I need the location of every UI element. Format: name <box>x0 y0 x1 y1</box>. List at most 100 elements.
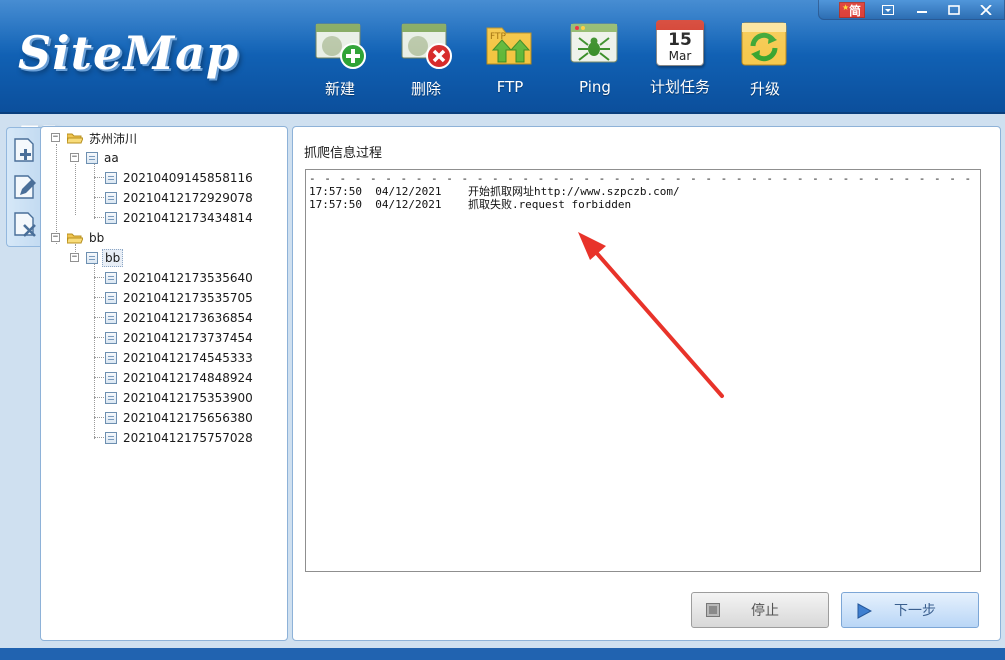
tree-project-label: 苏州沛川 <box>89 131 138 146</box>
task-page-icon <box>105 292 117 304</box>
tree-connector <box>94 417 104 418</box>
tree-task[interactable]: 20210412174545333 <box>105 348 255 368</box>
schedule-button[interactable]: 15 Mar 计划任务 <box>642 20 718 105</box>
stop-button[interactable]: 停止 <box>691 592 829 628</box>
upgrade-button[interactable]: 升级 <box>727 20 803 105</box>
tree-task-label: 20210412175353900 <box>123 391 253 405</box>
tree-connector <box>94 197 104 198</box>
task-page-icon <box>105 272 117 284</box>
close-button[interactable] <box>969 0 1003 19</box>
collapse-toggle-icon[interactable]: − <box>70 153 79 162</box>
tree-connector <box>94 317 104 318</box>
delete-button[interactable]: 删除 <box>388 20 464 105</box>
site-page-icon <box>86 152 98 164</box>
tree-connector <box>94 337 104 338</box>
tree-task-label: 20210412173636854 <box>123 311 253 325</box>
minimize-button[interactable] <box>905 0 939 19</box>
task-page-icon <box>105 352 117 364</box>
menu-button[interactable] <box>871 0 905 19</box>
next-step-button-label: 下一步 <box>894 603 936 619</box>
calendar-day: 15 <box>668 30 692 50</box>
tree-task[interactable]: 20210412173636854 <box>105 308 255 328</box>
ftp-button[interactable]: FTP FTP <box>472 20 548 105</box>
tree-task-label: 20210412173434814 <box>123 211 253 225</box>
crawl-log-area[interactable]: - - - - - - - - - - - - - - - - - - - - … <box>305 169 981 572</box>
ping-button[interactable]: Ping <box>557 20 633 105</box>
new-button[interactable]: 新建 <box>302 20 378 105</box>
edit-page-icon <box>14 175 36 199</box>
task-page-icon <box>105 392 117 404</box>
tree-connector <box>94 264 95 439</box>
tree-task[interactable]: 20210409145858116 <box>105 168 255 188</box>
tree-project-label: bb <box>89 231 105 245</box>
tree-task-label: 20210409145858116 <box>123 171 253 185</box>
remove-page-icon <box>14 212 36 237</box>
tree-site[interactable]: − bb <box>70 248 124 268</box>
task-page-icon <box>105 312 117 324</box>
task-page-icon <box>105 412 117 424</box>
refresh-icon <box>741 22 787 66</box>
tree-connector <box>94 357 104 358</box>
tree-task[interactable]: 20210412173535640 <box>105 268 255 288</box>
add-page-icon <box>14 138 34 162</box>
flag-star-icon: ★ <box>842 3 850 12</box>
app-logo: SiteMap X <box>18 26 240 170</box>
task-page-icon <box>105 212 117 224</box>
add-item-button[interactable] <box>11 136 39 164</box>
site-page-icon <box>86 252 98 264</box>
tree-task-label: 20210412175757028 <box>123 431 253 445</box>
collapse-toggle-icon[interactable]: − <box>70 253 79 262</box>
ping-button-label: Ping <box>579 78 611 96</box>
calendar-month: Mar <box>668 49 692 63</box>
tree-connector <box>94 277 104 278</box>
close-icon <box>980 4 992 15</box>
tree-site-label: aa <box>104 151 119 165</box>
status-bar <box>0 648 1005 660</box>
tree-task[interactable]: 20210412175353900 <box>105 388 255 408</box>
tree-site-label-selected: bb <box>102 249 124 267</box>
tree-connector <box>75 164 76 215</box>
tree-task[interactable]: 20210412173434814 <box>105 208 255 228</box>
calendar-icon: 15 Mar <box>656 20 704 68</box>
tree-task-label: 20210412172929078 <box>123 191 253 205</box>
task-page-icon <box>105 192 117 204</box>
folder-open-icon <box>67 133 83 144</box>
remove-item-button[interactable] <box>11 210 39 238</box>
crawl-progress-panel: 抓爬信息过程 - - - - - - - - - - - - - - - - -… <box>292 126 1001 641</box>
panel-title: 抓爬信息过程 <box>304 146 383 161</box>
tree-connector <box>94 437 104 438</box>
tree-project[interactable]: − bb <box>51 228 106 248</box>
log-separator: - - - - - - - - - - - - - - - - - - - - … <box>309 172 973 185</box>
schedule-button-label: 计划任务 <box>649 78 710 96</box>
app-header: SiteMap X 新建 删除 <box>0 0 1005 170</box>
tree-connector <box>94 297 104 298</box>
tree-task[interactable]: 20210412175757028 <box>105 428 255 448</box>
stop-button-label: 停止 <box>751 603 779 619</box>
folder-open-icon <box>67 233 83 244</box>
collapse-toggle-icon[interactable]: − <box>51 133 60 142</box>
maximize-icon <box>948 4 960 15</box>
tree-task-label: 20210412174545333 <box>123 351 253 365</box>
tree-task[interactable]: 20210412174848924 <box>105 368 255 388</box>
tree-task[interactable]: 20210412175656380 <box>105 408 255 428</box>
tree-connector <box>94 217 104 218</box>
tree-project[interactable]: − 苏州沛川 <box>51 128 139 148</box>
collapse-toggle-icon[interactable]: − <box>51 233 60 242</box>
tree-task-label: 20210412174848924 <box>123 371 253 385</box>
upgrade-button-label: 升级 <box>749 80 780 98</box>
tree-task[interactable]: 20210412173535705 <box>105 288 255 308</box>
new-button-label: 新建 <box>324 80 355 98</box>
ftp-button-label: FTP <box>496 78 524 96</box>
project-tree: − 苏州沛川 − aa 20210409145858116 2021041217… <box>40 126 288 641</box>
ftp-folder-icon: FTP <box>486 27 532 65</box>
tree-task[interactable]: 20210412172929078 <box>105 188 255 208</box>
tree-task[interactable]: 20210412173737454 <box>105 328 255 348</box>
task-page-icon <box>105 372 117 384</box>
language-switch[interactable]: ★ 简 <box>839 2 865 18</box>
menu-icon <box>882 4 894 15</box>
maximize-button[interactable] <box>937 0 971 19</box>
next-step-button[interactable]: 下一步 <box>841 592 979 628</box>
tree-site[interactable]: − aa <box>70 148 121 168</box>
delete-button-label: 删除 <box>410 80 441 98</box>
edit-item-button[interactable] <box>11 173 39 201</box>
